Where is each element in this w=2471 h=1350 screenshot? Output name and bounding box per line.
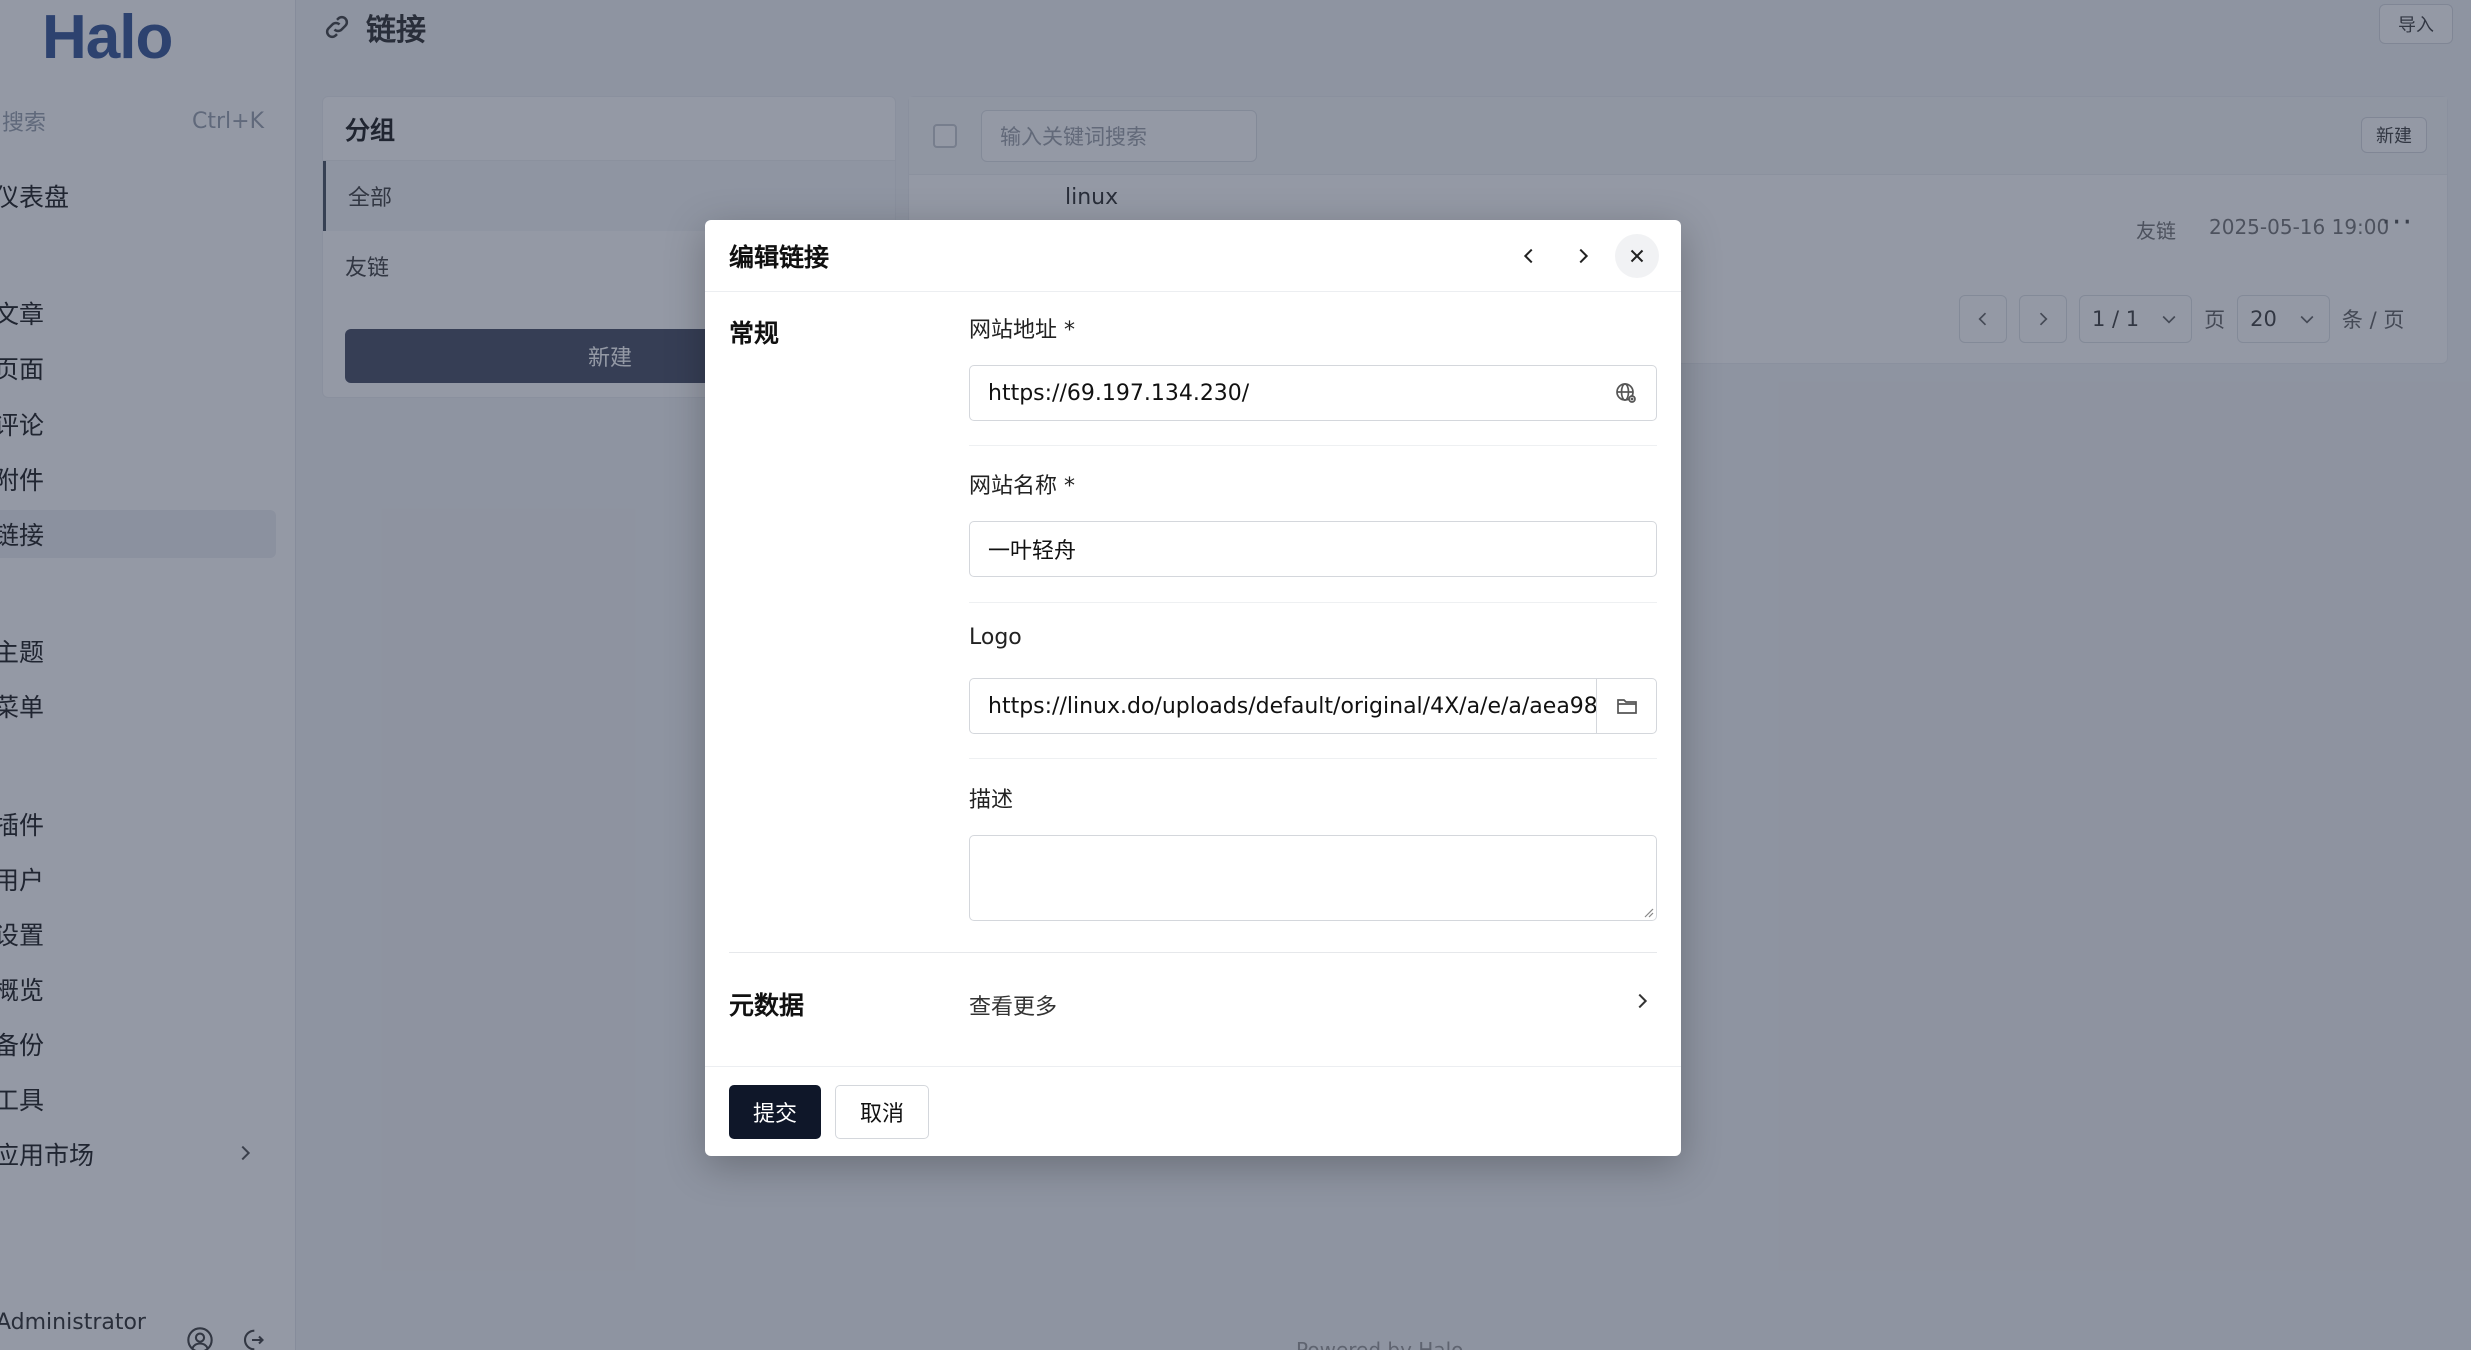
field-divider (969, 602, 1657, 603)
url-value: https://69.197.134.230/ (988, 380, 1250, 406)
select-attachment-button[interactable] (1596, 679, 1656, 733)
modal-header: 编辑链接 (705, 220, 1681, 292)
folder-icon (1616, 699, 1637, 714)
section-divider (729, 952, 1657, 953)
field-divider (969, 445, 1657, 446)
name-value: 一叶轻舟 (988, 539, 1077, 564)
description-textarea[interactable] (969, 835, 1657, 921)
name-label: 网站名称 * (969, 474, 1075, 499)
logo-input[interactable]: https://linux.do/uploads/default/origina… (969, 678, 1657, 734)
logo-label: Logo (969, 625, 1022, 650)
name-input[interactable]: 一叶轻舟 (969, 521, 1657, 577)
chevron-right-icon (1579, 248, 1589, 264)
globe-icon (1616, 383, 1636, 403)
previous-button[interactable] (1507, 234, 1551, 278)
fetch-site-button[interactable] (1596, 366, 1656, 420)
view-more-link[interactable]: 查看更多 (969, 989, 1057, 1021)
resize-handle-icon[interactable] (1642, 906, 1654, 918)
modal-title: 编辑链接 (729, 242, 830, 272)
url-input[interactable]: https://69.197.134.230/ (969, 365, 1657, 421)
close-icon (1630, 249, 1644, 263)
url-label: 网站地址 * (969, 318, 1075, 343)
close-button[interactable] (1615, 234, 1659, 278)
app-root: Halo 搜索 Ctrl+K 仪表盘 文章 页面 评论 附件 链接 主题 菜单 … (0, 0, 2471, 1350)
cancel-button[interactable]: 取消 (835, 1084, 930, 1139)
next-button[interactable] (1561, 234, 1605, 278)
section-general: 常规 (729, 319, 780, 348)
section-metadata: 元数据 (729, 991, 805, 1020)
description-label: 描述 (969, 788, 1014, 813)
chevron-right-icon[interactable] (1631, 990, 1653, 1012)
logo-value: https://linux.do/uploads/default/origina… (988, 693, 1596, 719)
field-divider (969, 758, 1657, 759)
modal-header-actions (1507, 234, 1659, 278)
edit-link-modal: 编辑链接 常规 网站地址 * https://69.197.134.230/ 网… (705, 220, 1681, 1156)
submit-button[interactable]: 提交 (729, 1084, 822, 1139)
chevron-left-icon (1523, 248, 1533, 264)
modal-footer: 提交 取消 (705, 1066, 1681, 1156)
